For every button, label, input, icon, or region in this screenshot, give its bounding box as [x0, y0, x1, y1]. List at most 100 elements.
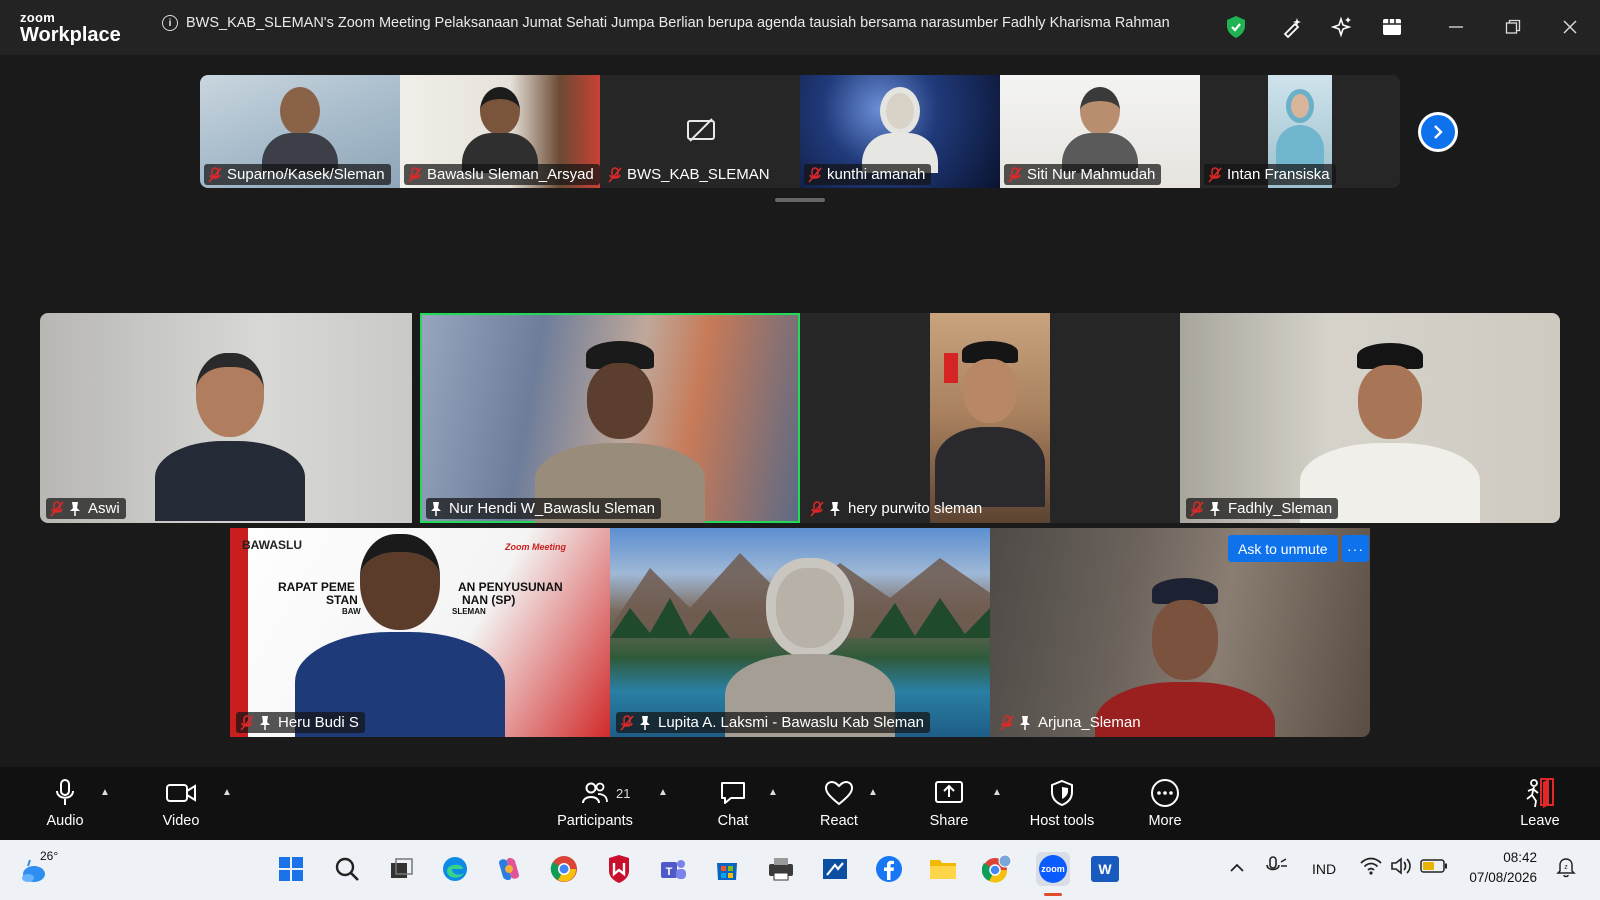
participant-name: Aswi — [88, 500, 120, 517]
volume-icon[interactable] — [1390, 856, 1412, 881]
windows-taskbar: 26° T zoom W IND 08:42 07/08/2026 z — [0, 840, 1600, 900]
participant-name: Arjuna_Sleman — [1038, 714, 1141, 731]
strip-tile[interactable]: kunthi amanah — [800, 75, 1000, 188]
mcafee-icon[interactable] — [604, 854, 634, 884]
participant-name-chip: Intan Fransiska — [1204, 164, 1336, 185]
muted-mic-icon — [240, 714, 254, 731]
host-tools-button[interactable]: Host tools — [1017, 777, 1107, 829]
muted-mic-icon — [620, 714, 634, 731]
zoom-icon[interactable]: zoom — [1036, 852, 1070, 886]
notification-bell-icon[interactable]: z — [1556, 856, 1576, 883]
participants-button[interactable]: Participants — [550, 777, 640, 829]
windows-start-icon[interactable] — [276, 854, 306, 884]
zoom-app-window: zoom Workplace i BWS_KAB_SLEMAN's Zoom M… — [0, 0, 1600, 900]
host-tools-label: Host tools — [1029, 813, 1095, 829]
chrome-icon[interactable] — [549, 854, 579, 884]
restore-icon[interactable] — [1501, 15, 1525, 39]
share-button[interactable]: Share — [904, 777, 994, 829]
remote-desktop-icon[interactable] — [820, 854, 850, 884]
muted-mic-icon — [1008, 166, 1022, 183]
strip-tile[interactable]: Siti Nur Mahmudah — [1000, 75, 1200, 188]
microphone-in-use-icon[interactable] — [1264, 855, 1288, 882]
more-button[interactable]: More — [1120, 777, 1210, 829]
store-icon[interactable] — [712, 854, 742, 884]
muted-mic-icon — [608, 166, 622, 183]
show-hidden-icons-chevron-icon[interactable] — [1230, 860, 1244, 878]
video-tile-active-speaker[interactable]: Nur Hendi W_Bawaslu Sleman — [420, 313, 800, 523]
participant-name-chip: BWS_KAB_SLEMAN — [604, 164, 776, 185]
react-options-caret[interactable]: ▲ — [868, 787, 878, 798]
chrome-profile-icon[interactable] — [982, 854, 1012, 884]
svg-text:T: T — [666, 866, 673, 878]
share-options-caret[interactable]: ▲ — [992, 787, 1002, 798]
share-label: Share — [929, 813, 969, 829]
input-language[interactable]: IND — [1312, 861, 1336, 877]
file-explorer-icon[interactable] — [928, 854, 958, 884]
participant-name-chip: kunthi amanah — [804, 164, 932, 185]
participant-name-chip: Fadhly_Sleman — [1186, 498, 1339, 519]
copilot-icon[interactable] — [494, 854, 524, 884]
video-tile[interactable]: BAWASLU Zoom Meeting RAPAT PEME AN PENYU… — [230, 528, 610, 737]
video-tile[interactable]: Aswi — [40, 313, 412, 523]
next-page-button[interactable] — [1418, 112, 1458, 152]
ai-sparkle-icon[interactable] — [1330, 15, 1354, 39]
participant-name: hery purwito sleman — [848, 500, 983, 517]
ask-to-unmute-button[interactable]: Ask to unmute — [1228, 535, 1338, 562]
pin-icon — [829, 501, 843, 517]
teams-icon[interactable]: T — [658, 854, 688, 884]
weather-widget[interactable]: 26° — [20, 849, 60, 891]
video-options-caret[interactable]: ▲ — [222, 787, 232, 798]
video-tile[interactable]: hery purwito sleman — [800, 313, 1180, 523]
leave-button[interactable]: Leave — [1495, 777, 1585, 829]
share-screen-icon — [934, 777, 964, 809]
clock-time[interactable]: 08:42 — [1485, 850, 1537, 865]
strip-tile[interactable]: Suparno/Kasek/Sleman — [200, 75, 400, 188]
edge-icon[interactable] — [440, 854, 470, 884]
task-view-icon[interactable] — [386, 854, 416, 884]
battery-icon[interactable] — [1420, 859, 1448, 878]
apps-grid-icon[interactable] — [1380, 15, 1404, 39]
react-button[interactable]: React — [794, 777, 884, 829]
tile-more-options-button[interactable]: ··· — [1342, 535, 1369, 562]
search-icon[interactable] — [332, 854, 362, 884]
info-icon[interactable]: i — [162, 15, 178, 31]
wifi-icon[interactable] — [1360, 857, 1382, 880]
video-button[interactable]: Video — [136, 777, 226, 829]
chat-button[interactable]: Chat — [688, 777, 778, 829]
word-icon[interactable]: W — [1090, 854, 1120, 884]
muted-mic-icon — [1190, 500, 1204, 517]
video-tile[interactable]: Fadhly_Sleman — [1180, 313, 1560, 523]
pen-sparkle-icon[interactable] — [1280, 15, 1304, 39]
chat-bubble-icon — [719, 777, 747, 809]
minimize-icon[interactable] — [1444, 15, 1468, 39]
svg-text:z: z — [1564, 864, 1568, 871]
strip-scroll-indicator[interactable] — [775, 198, 825, 202]
participants-icon — [581, 777, 609, 809]
strip-tile[interactable]: Bawaslu Sleman_Arsyad — [400, 75, 600, 188]
background-heading-right-2: NAN (SP) — [462, 593, 516, 607]
clock-date[interactable]: 07/08/2026 — [1465, 870, 1537, 885]
participant-name: Bawaslu Sleman_Arsyad — [427, 166, 594, 183]
audio-options-caret[interactable]: ▲ — [100, 787, 110, 798]
strip-tile[interactable]: BWS_KAB_SLEMAN — [600, 75, 800, 188]
heart-icon — [824, 777, 854, 809]
audio-button[interactable]: Audio — [20, 777, 110, 829]
muted-mic-icon — [408, 166, 422, 183]
muted-mic-icon — [50, 500, 64, 517]
background-heading-right-3: SLEMAN — [452, 607, 486, 616]
participant-name: kunthi amanah — [827, 166, 926, 183]
meeting-title: i BWS_KAB_SLEMAN's Zoom Meeting Pelaksan… — [162, 15, 1170, 31]
participant-name: BWS_KAB_SLEMAN — [627, 166, 770, 183]
chevron-right-icon — [1434, 125, 1443, 139]
video-tile[interactable]: Lupita A. Laksmi - Bawaslu Kab Sleman — [610, 528, 990, 737]
chat-options-caret[interactable]: ▲ — [768, 787, 778, 798]
printer-icon[interactable] — [766, 854, 796, 884]
facebook-icon[interactable] — [874, 854, 904, 884]
pin-icon — [1209, 501, 1223, 517]
meeting-title-text: BWS_KAB_SLEMAN's Zoom Meeting Pelaksanaa… — [186, 15, 1170, 31]
shield-check-icon[interactable] — [1224, 15, 1248, 39]
participants-options-caret[interactable]: ▲ — [658, 787, 668, 798]
strip-tile[interactable]: Intan Fransiska — [1200, 75, 1400, 188]
zoom-logo: zoom Workplace — [20, 11, 121, 45]
close-icon[interactable] — [1558, 15, 1582, 39]
